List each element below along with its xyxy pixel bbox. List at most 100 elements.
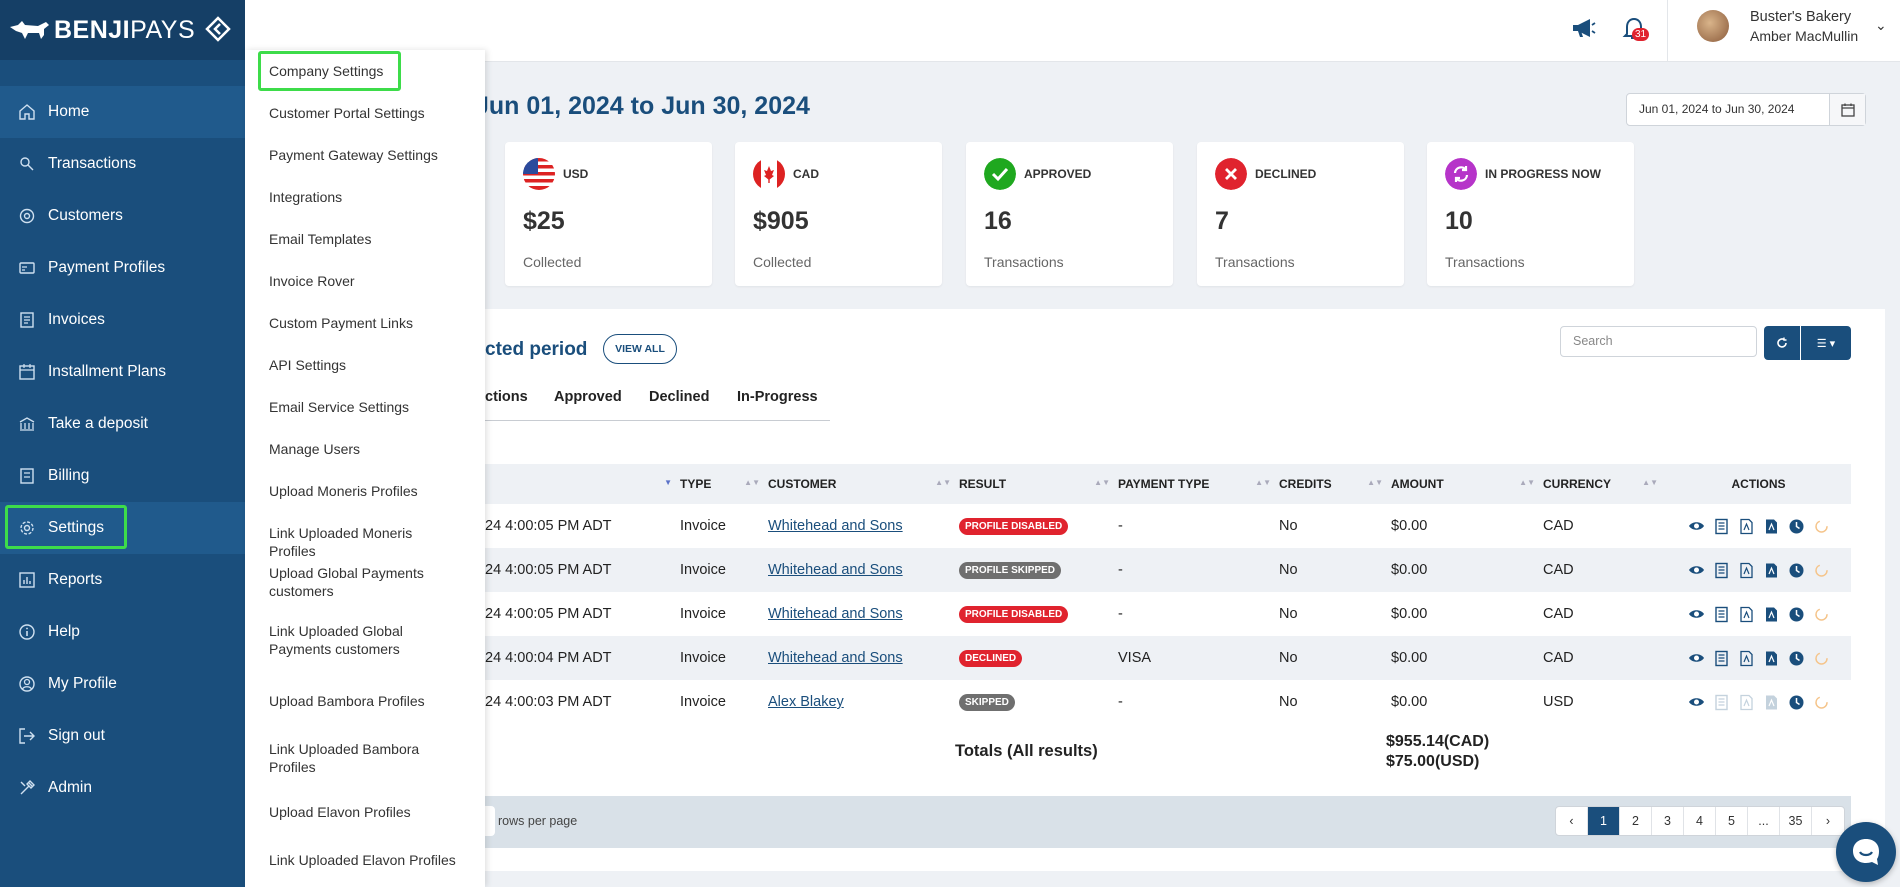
col-type[interactable]: TYPE ▲▼ (680, 464, 768, 504)
table-row[interactable]: 24 4:00:05 PM ADT Invoice Whitehead and So… (485, 592, 1851, 636)
company-name[interactable]: Buster's Bakery (1750, 9, 1851, 25)
pdf-filled-icon[interactable] (1763, 650, 1780, 667)
spinner-icon[interactable] (1813, 650, 1830, 667)
settings-menu-item[interactable]: Upload Global Payments customers (269, 564, 459, 600)
table-row[interactable]: 24 4:00:04 PM ADT Invoice Whitehead and So… (485, 636, 1851, 680)
pdf-filled-icon[interactable] (1763, 562, 1780, 579)
date-range-value[interactable]: Jun 01, 2024 to Jun 30, 2024 (1627, 94, 1829, 125)
settings-menu-item[interactable]: Company Settings (269, 62, 459, 80)
customer-link[interactable]: Whitehead and Sons (768, 518, 903, 534)
customer-link[interactable]: Whitehead and Sons (768, 606, 903, 622)
collapse-sidebar-icon[interactable] (205, 16, 231, 42)
col-currency[interactable]: CURRENCY ▲▼ (1543, 464, 1666, 504)
clock-icon[interactable] (1788, 518, 1805, 535)
chat-button[interactable] (1836, 822, 1896, 882)
refresh-button[interactable] (1764, 326, 1800, 360)
settings-menu-item[interactable]: Email Templates (269, 230, 459, 248)
settings-menu-item[interactable]: Upload Moneris Profiles (269, 482, 459, 500)
clock-icon[interactable] (1788, 694, 1805, 711)
tab-in-progress[interactable]: In-Progress (737, 389, 818, 405)
search-input[interactable]: Search (1560, 326, 1757, 357)
eye-icon[interactable] (1688, 518, 1705, 535)
sidebar-item-billing[interactable]: Billing (0, 450, 245, 502)
sidebar-item-admin[interactable]: Admin (0, 762, 245, 814)
sort-icon[interactable]: ▲▼ (1094, 478, 1110, 487)
sidebar-item-sign-out[interactable]: Sign out (0, 710, 245, 762)
table-row[interactable]: 24 4:00:05 PM ADT Invoice Whitehead and So… (485, 548, 1851, 592)
settings-menu-item[interactable]: Upload Elavon Profiles (269, 803, 459, 821)
page-button[interactable]: 4 (1684, 807, 1716, 835)
clock-icon[interactable] (1788, 650, 1805, 667)
user-name[interactable]: Amber MacMullin (1750, 28, 1858, 44)
customer-link[interactable]: Whitehead and Sons (768, 650, 903, 666)
settings-menu-item[interactable]: Email Service Settings (269, 398, 459, 416)
customer-link[interactable]: Alex Blakey (768, 694, 844, 710)
view-all-button[interactable]: VIEW ALL (603, 334, 677, 364)
pdf-filled-icon[interactable] (1763, 518, 1780, 535)
spinner-icon[interactable] (1813, 694, 1830, 711)
col-payment-type[interactable]: PAYMENT TYPE ▲▼ (1118, 464, 1279, 504)
sort-icon[interactable]: ▲▼ (935, 478, 951, 487)
sidebar-item-help[interactable]: Help (0, 606, 245, 658)
pdf-filled-icon[interactable] (1763, 606, 1780, 623)
date-range-picker[interactable]: Jun 01, 2024 to Jun 30, 2024 (1626, 93, 1866, 126)
page-button[interactable]: 2 (1620, 807, 1652, 835)
sidebar-item-my-profile[interactable]: My Profile (0, 658, 245, 710)
sort-icon[interactable]: ▲▼ (1255, 478, 1271, 487)
tab-approved[interactable]: Approved (554, 389, 622, 405)
settings-menu-item[interactable]: Customer Portal Settings (269, 104, 459, 122)
avatar[interactable] (1697, 10, 1729, 42)
clock-icon[interactable] (1788, 562, 1805, 579)
settings-menu-item[interactable]: Upload Bambora Profiles (269, 692, 459, 710)
sidebar-item-transactions[interactable]: Transactions (0, 138, 245, 190)
table-row[interactable]: 24 4:00:05 PM ADT Invoice Whitehead and So… (485, 504, 1851, 548)
page-button[interactable]: 35 (1780, 807, 1812, 835)
receipt-icon[interactable] (1713, 562, 1730, 579)
sidebar-item-installment-plans[interactable]: Installment Plans (0, 346, 245, 398)
pdf-icon[interactable] (1738, 606, 1755, 623)
settings-menu-item[interactable]: Link Uploaded Global Payments customers (269, 622, 459, 658)
page-button[interactable]: 5 (1716, 807, 1748, 835)
eye-icon[interactable] (1688, 606, 1705, 623)
settings-menu-item[interactable]: Invoice Rover (269, 272, 459, 290)
col-credits[interactable]: CREDITS ▲▼ (1279, 464, 1391, 504)
sort-icon[interactable]: ▲▼ (1642, 478, 1658, 487)
sidebar-item-settings[interactable]: Settings (0, 502, 245, 554)
sidebar-item-customers[interactable]: Customers (0, 190, 245, 242)
sidebar-item-invoices[interactable]: Invoices (0, 294, 245, 346)
pdf-icon[interactable] (1738, 518, 1755, 535)
col-result[interactable]: RESULT ▲▼ (959, 464, 1118, 504)
pdf-icon[interactable] (1738, 650, 1755, 667)
sidebar-item-home[interactable]: Home (0, 86, 245, 138)
eye-icon[interactable] (1688, 562, 1705, 579)
tab-declined[interactable]: Declined (649, 389, 709, 405)
customer-link[interactable]: Whitehead and Sons (768, 562, 903, 578)
eye-icon[interactable] (1688, 650, 1705, 667)
col-date[interactable]: ▼ (485, 464, 680, 504)
clock-icon[interactable] (1788, 606, 1805, 623)
settings-menu-item[interactable]: Custom Payment Links (269, 314, 459, 332)
sidebar-item-take-a-deposit[interactable]: Take a deposit (0, 398, 245, 450)
megaphone-icon[interactable] (1570, 15, 1596, 41)
settings-menu-item[interactable]: API Settings (269, 356, 459, 374)
settings-menu-item[interactable]: Link Uploaded Elavon Profiles (269, 851, 459, 869)
calendar-button[interactable] (1829, 94, 1865, 125)
prev-page-button[interactable]: ‹ (1556, 807, 1588, 835)
pdf-icon[interactable] (1738, 694, 1755, 711)
sort-icon[interactable]: ▲▼ (1367, 478, 1383, 487)
settings-menu-item[interactable]: Manage Users (269, 440, 459, 458)
settings-menu-item[interactable]: Integrations (269, 188, 459, 206)
sort-icon[interactable]: ▲▼ (744, 478, 760, 487)
receipt-icon[interactable] (1713, 650, 1730, 667)
next-page-button[interactable]: › (1812, 807, 1844, 835)
logo[interactable]: BENJIPAYS (0, 0, 245, 60)
settings-menu-item[interactable]: Link Uploaded Bambora Profiles (269, 740, 459, 776)
table-row[interactable]: 24 4:00:03 PM ADT Invoice Alex Blakey SKIPP… (485, 680, 1851, 724)
sort-desc-icon[interactable]: ▼ (664, 478, 672, 487)
col-amount[interactable]: AMOUNT ▲▼ (1391, 464, 1543, 504)
tab-transactions[interactable]: ctions (485, 389, 528, 405)
page-button[interactable]: 1 (1588, 807, 1620, 835)
chevron-down-icon[interactable]: ⌄ (1875, 17, 1887, 34)
spinner-icon[interactable] (1813, 518, 1830, 535)
spinner-icon[interactable] (1813, 606, 1830, 623)
